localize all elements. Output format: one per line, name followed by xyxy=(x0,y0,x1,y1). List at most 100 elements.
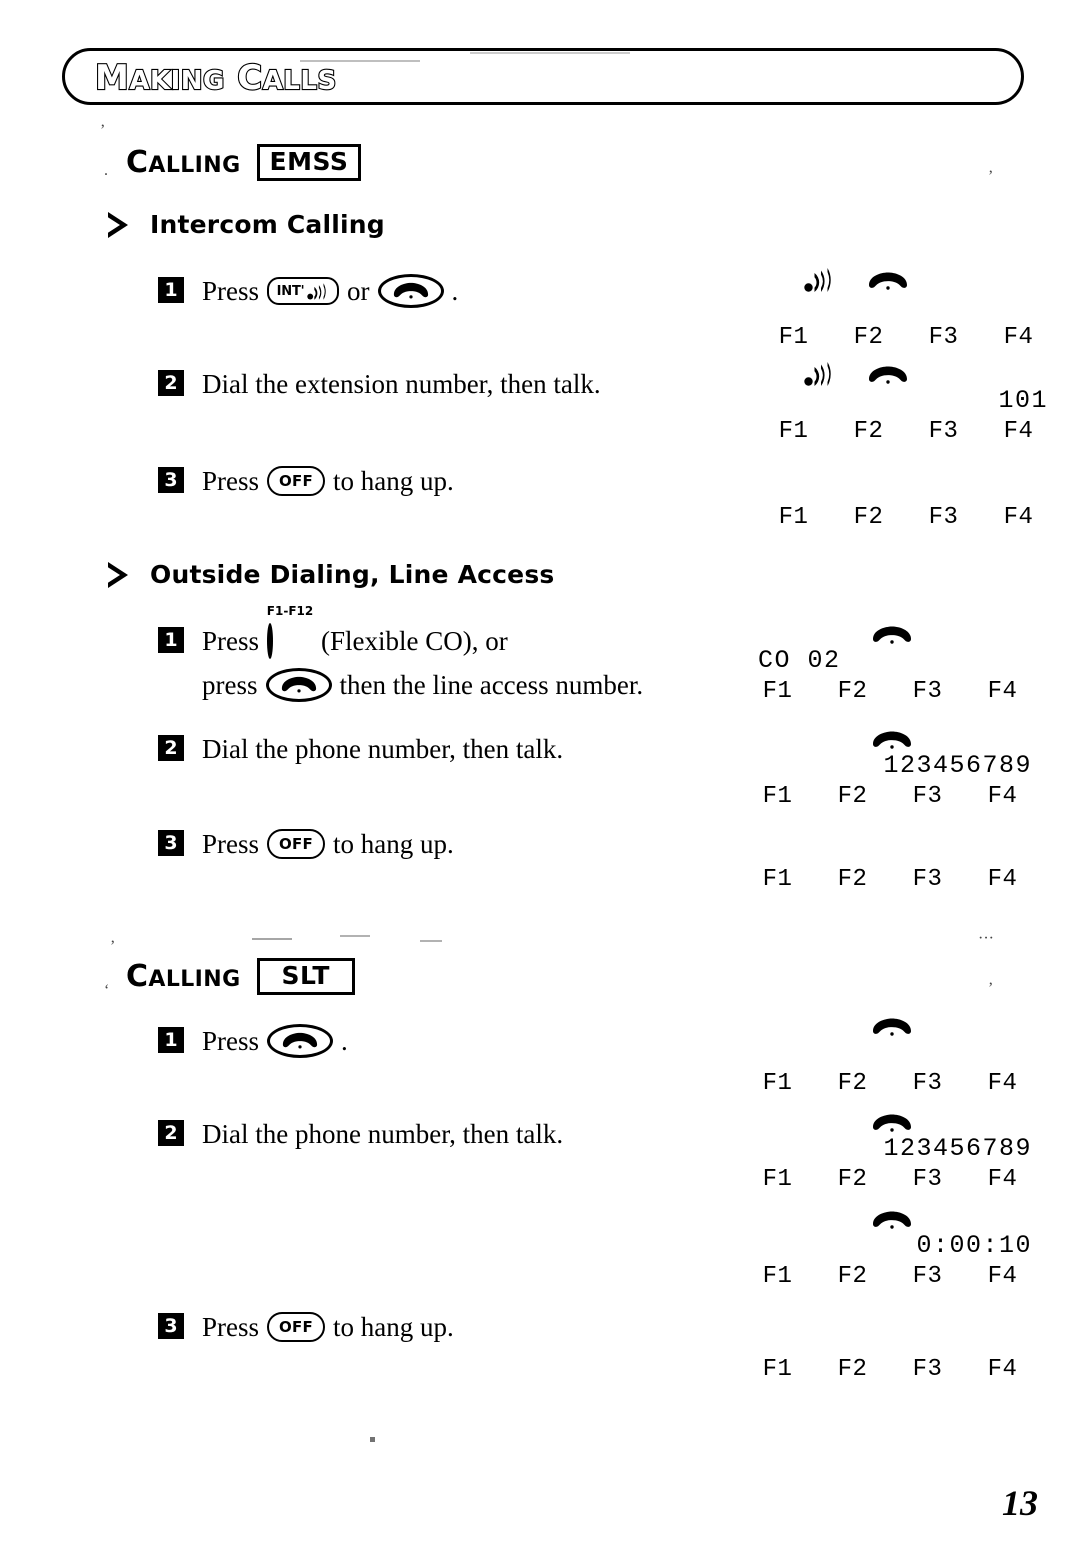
fkey-f4[interactable]: F4 xyxy=(981,502,1056,534)
lcd-value xyxy=(740,1324,1040,1354)
lcd-fkey-row: F1 F2 F3 F4 xyxy=(740,864,1040,896)
flexible-co-key-icon[interactable]: F1-F12 xyxy=(267,605,313,660)
fkey-f2[interactable]: F2 xyxy=(815,1261,890,1293)
calling-rest-emss: ALLING xyxy=(148,153,241,178)
step-line: Dial the phone number, then talk. xyxy=(202,1115,563,1153)
step-period: . xyxy=(451,276,459,306)
step-verb-2: press xyxy=(202,670,258,700)
fkey-f1[interactable]: F1 xyxy=(756,502,831,534)
step-number: 1 xyxy=(158,627,184,653)
handset-glyph-icon xyxy=(873,626,911,644)
signal-icon xyxy=(307,282,327,300)
lcd-display-slt-4: F1 F2 F3 F4 xyxy=(740,1318,1040,1386)
fkey-f2[interactable]: F2 xyxy=(815,1164,890,1196)
handset-key-icon[interactable] xyxy=(377,274,444,308)
fkey-f4[interactable]: F4 xyxy=(965,1164,1040,1196)
fkey-f3[interactable]: F3 xyxy=(890,1068,965,1100)
fkey-f1[interactable]: F1 xyxy=(740,1068,815,1100)
handset-key-icon[interactable] xyxy=(267,1024,334,1058)
step-line: Press OFF to hang up. xyxy=(202,825,454,863)
fkey-f4[interactable]: F4 xyxy=(965,864,1040,896)
lcd-display-outside-1: CO 02 F1 F2 F3 F4 xyxy=(740,620,1040,708)
fkey-f4[interactable]: F4 xyxy=(981,416,1056,448)
fkey-f3[interactable]: F3 xyxy=(890,1261,965,1293)
step-intercom-2: 2 Dial the extension number, then talk. xyxy=(158,365,601,403)
fkey-f3[interactable]: F3 xyxy=(906,502,981,534)
fkey-f1[interactable]: F1 xyxy=(740,864,815,896)
fkey-f3[interactable]: F3 xyxy=(890,1164,965,1196)
lcd-icon-row xyxy=(756,360,1056,386)
step-verb: Press xyxy=(202,1026,260,1056)
fkey-f3[interactable]: F3 xyxy=(890,1354,965,1386)
subheading-intercom-calling: Intercom Calling xyxy=(106,210,385,239)
step-number: 1 xyxy=(158,277,184,303)
fkey-f3[interactable]: F3 xyxy=(906,322,981,354)
fkey-f1[interactable]: F1 xyxy=(756,416,831,448)
lcd-icon-row xyxy=(740,1108,1040,1134)
lcd-fkey-row: F1 F2 F3 F4 xyxy=(756,322,1056,354)
step-tail: to hang up. xyxy=(333,1312,454,1342)
int-key-icon[interactable]: INT' xyxy=(267,277,340,305)
fkey-f3[interactable]: F3 xyxy=(890,781,965,813)
lcd-value: 101 xyxy=(998,386,1048,415)
status-badge-emss: EMSS xyxy=(256,144,362,181)
fkey-f2[interactable]: F2 xyxy=(831,502,906,534)
lcd-display-slt-2: 123456789 F1 F2 F3 F4 xyxy=(740,1108,1040,1196)
fkey-f4[interactable]: F4 xyxy=(965,1068,1040,1100)
fkey-f1[interactable]: F1 xyxy=(740,781,815,813)
fkey-f3[interactable]: F3 xyxy=(890,864,965,896)
off-key-icon[interactable]: OFF xyxy=(267,829,326,859)
fkey-f4[interactable]: F4 xyxy=(965,676,1040,708)
fkey-f4[interactable]: F4 xyxy=(981,322,1056,354)
circle-key-glyph-icon xyxy=(267,623,274,659)
fkey-f2[interactable]: F2 xyxy=(815,781,890,813)
fkey-f2[interactable]: F2 xyxy=(831,322,906,354)
fkey-f1[interactable]: F1 xyxy=(740,1261,815,1293)
fkey-f4[interactable]: F4 xyxy=(965,781,1040,813)
calling-cap-slt: C xyxy=(126,959,149,994)
off-key-icon[interactable]: OFF xyxy=(267,466,326,496)
step-line: Press OFF to hang up. xyxy=(202,1308,454,1346)
step-line: Dial the phone number, then talk. xyxy=(202,730,563,768)
lcd-display-slt-1: F1 F2 F3 F4 xyxy=(740,1012,1040,1100)
page-title-rest-2: ALLS xyxy=(262,65,338,97)
step-instruction: Dial the phone number, then talk. xyxy=(202,1119,564,1149)
subheading-outside-dialing: Outside Dialing, Line Access xyxy=(106,560,555,589)
step-intercom-3: 3 Press OFF to hang up. xyxy=(158,462,454,500)
signal-glyph-icon xyxy=(804,362,831,386)
status-badge-slt: SLT xyxy=(256,958,355,995)
scan-speck: ’ xyxy=(988,168,994,185)
fkey-f1[interactable]: F1 xyxy=(740,1354,815,1386)
step-instruction: Dial the phone number, then talk. xyxy=(202,734,564,764)
fkey-f2[interactable]: F2 xyxy=(831,416,906,448)
fkey-f4[interactable]: F4 xyxy=(965,1354,1040,1386)
fkey-f4[interactable]: F4 xyxy=(965,1261,1040,1293)
fkey-f2[interactable]: F2 xyxy=(815,1068,890,1100)
step-tail-2: then the line access number. xyxy=(339,670,644,700)
off-key-label: OFF xyxy=(278,471,314,490)
step-verb: Press xyxy=(202,829,260,859)
lcd-icon-row xyxy=(740,1205,1040,1231)
fkey-f2[interactable]: F2 xyxy=(815,1354,890,1386)
scan-speck: ‘ xyxy=(104,982,110,999)
handset-key-icon[interactable] xyxy=(265,668,332,702)
off-key-icon[interactable]: OFF xyxy=(267,1312,326,1342)
fkey-f1[interactable]: F1 xyxy=(740,1164,815,1196)
lcd-value-timer: 0:00:10 xyxy=(916,1231,1032,1260)
step-line: Press OFF to hang up. xyxy=(202,462,454,500)
lcd-icon-row xyxy=(740,1318,1040,1324)
lcd-value xyxy=(740,1038,1040,1068)
fkey-f2[interactable]: F2 xyxy=(815,676,890,708)
fkey-f1[interactable]: F1 xyxy=(756,322,831,354)
fkey-f2[interactable]: F2 xyxy=(815,864,890,896)
scan-speck: ’ xyxy=(110,938,116,955)
fkey-f3[interactable]: F3 xyxy=(890,676,965,708)
lcd-value: 123456789 xyxy=(883,751,1032,780)
fkey-f1[interactable]: F1 xyxy=(740,676,815,708)
fkey-f3[interactable]: F3 xyxy=(906,416,981,448)
step-line: Press F1-F12 (Flexible CO), or xyxy=(202,605,643,660)
step-line: Dial the extension number, then talk. xyxy=(202,365,601,403)
lcd-icon-row xyxy=(740,1012,1040,1038)
step-tail: to hang up. xyxy=(333,466,454,496)
step-line: Press . xyxy=(202,1022,348,1060)
